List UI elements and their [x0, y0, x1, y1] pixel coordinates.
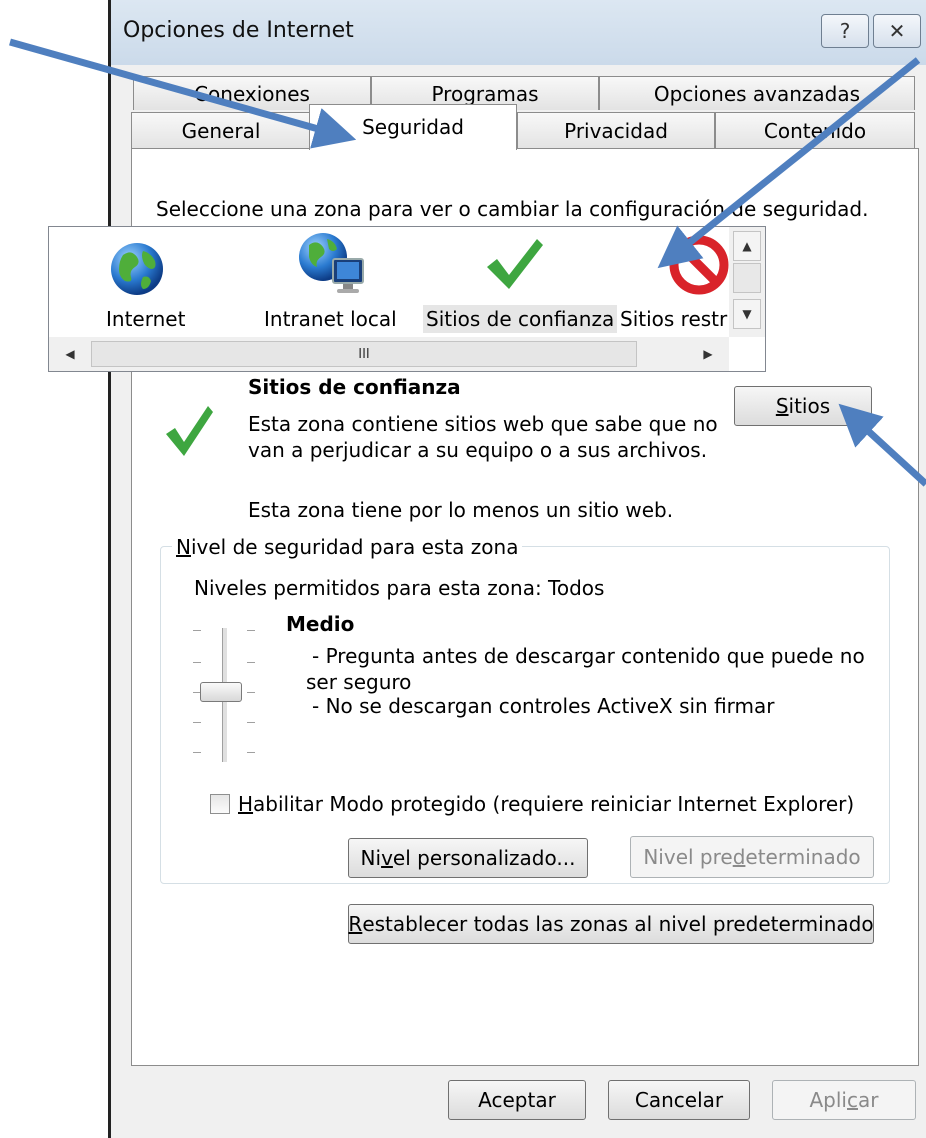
zone-label-internet: Internet	[106, 307, 186, 331]
zone-label-intranet-local: Intranet local	[264, 307, 397, 331]
globe-icon	[111, 243, 163, 295]
zone-internet[interactable]: Internet	[79, 227, 209, 339]
zone-label-sitios-de-confianza: Sitios de confianza	[423, 305, 618, 333]
red-prohibition-icon	[669, 235, 729, 295]
allowed-levels-text: Niveles permitidos para esta zona: Todos	[194, 576, 605, 600]
tab-contenido[interactable]: Contenido	[715, 112, 915, 149]
zone-prompt: Seleccione una zona para ver o cambiar l…	[156, 197, 869, 221]
reset-all-zones-button[interactable]: Restablecer todas las zonas al nivel pre…	[348, 904, 874, 944]
security-level-name: Medio	[286, 612, 355, 636]
window-title: Opciones de Internet	[123, 18, 354, 43]
intranet-globe-monitor-icon	[299, 233, 364, 293]
ok-button[interactable]: Aceptar	[448, 1080, 586, 1120]
default-level-button[interactable]: Nivel pre d eterminado	[630, 836, 874, 878]
zone-sitios-de-confianza[interactable]: Sitios de confianza	[423, 227, 618, 339]
zone-list-vscrollbar[interactable]: ▲ ▼	[729, 227, 765, 337]
level-bullet1-line2: ser seguro	[306, 670, 412, 694]
zone-checkmark-icon	[166, 406, 213, 456]
apply-button[interactable]: Apli c ar	[772, 1080, 916, 1120]
sites-button[interactable]: Sitios	[734, 386, 872, 426]
help-button[interactable]: ?	[821, 14, 869, 48]
help-icon: ?	[839, 19, 851, 43]
zone-sitios-restringidos[interactable]: Sitios restri	[617, 227, 729, 339]
level-bullet1-line1: - Pregunta antes de descargar contenido …	[312, 644, 865, 668]
zone-intranet-local[interactable]: Intranet local	[261, 227, 401, 339]
security-slider-thumb[interactable]	[200, 682, 242, 702]
tab-seguridad[interactable]: Seguridad	[309, 104, 517, 150]
zone-description-line1: Esta zona contiene sitios web que sabe q…	[248, 412, 718, 436]
zone-label-sitios-restringidos: Sitios restri	[620, 307, 729, 331]
custom-level-button[interactable]: Ni v el personalizado...	[348, 838, 588, 878]
zone-title: Sitios de confianza	[248, 375, 461, 399]
zone-description-line2: van a perjudicar a su equipo o a sus arc…	[248, 438, 708, 462]
protected-mode-label[interactable]: Habilitar Modo protegido (requiere reini…	[238, 792, 854, 816]
scroll-right-icon[interactable]: ▶	[691, 341, 725, 367]
cancel-button[interactable]: Cancelar	[608, 1080, 750, 1120]
close-button[interactable]: ✕	[873, 14, 921, 48]
scroll-thumb[interactable]	[733, 263, 761, 293]
hscroll-thumb[interactable]: III	[91, 341, 637, 367]
scroll-left-icon[interactable]: ◀	[53, 341, 87, 367]
close-icon: ✕	[888, 19, 906, 43]
tab-general[interactable]: General	[131, 112, 311, 149]
scroll-down-icon[interactable]: ▼	[733, 299, 761, 329]
zone-list[interactable]: Internet Intranet local Sitios de confia…	[48, 226, 766, 372]
tab-opciones-avanzadas[interactable]: Opciones avanzadas	[599, 76, 915, 110]
level-bullet2: - No se descargan controles ActiveX sin …	[312, 694, 775, 718]
scroll-up-icon[interactable]: ▲	[733, 231, 761, 261]
green-checkmark-icon	[487, 239, 543, 289]
security-level-group-title: Nivel de seguridad para esta zona	[172, 535, 523, 559]
protected-mode-checkbox[interactable]	[210, 794, 230, 814]
title-bar: Opciones de Internet ? ✕	[111, 0, 926, 65]
zone-site-count-note: Esta zona tiene por lo menos un sitio we…	[248, 498, 674, 522]
tab-privacidad[interactable]: Privacidad	[517, 112, 715, 149]
zone-list-hscrollbar[interactable]: ◀ III ▶	[49, 337, 729, 371]
